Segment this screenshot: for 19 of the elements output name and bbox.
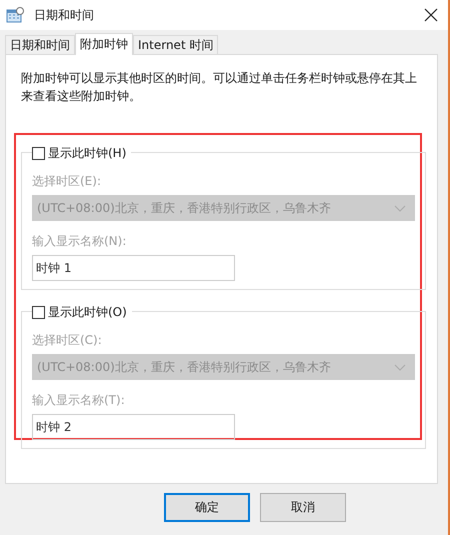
display-name-field[interactable]: 时钟 1 [32, 255, 235, 281]
dialog-button[interactable]: 取消 [260, 493, 346, 522]
chevron-down-icon [394, 204, 406, 212]
timezone-label: 选择时区(C): [32, 332, 103, 348]
show-clock-checkbox[interactable]: 显示此时钟(H) [32, 145, 132, 161]
dialog-button[interactable]: 确定 [164, 493, 250, 522]
close-icon[interactable] [424, 8, 438, 22]
timezone-label: 选择时区(E): [32, 173, 102, 189]
description-text: 附加时钟可以显示其他时区的时间。可以通过单击任务栏时钟或悬停在其上来查看这些附加时钟。 [21, 70, 418, 105]
show-clock-checkbox[interactable]: 显示此时钟(O) [32, 304, 132, 320]
tab[interactable]: 附加时钟 [75, 33, 133, 55]
chevron-down-icon [394, 364, 406, 370]
tab[interactable]: 日期和时间 [5, 35, 75, 54]
calendar-clock-icon [6, 7, 24, 23]
tab[interactable]: Internet 时间 [133, 35, 218, 54]
display-name-label: 输入显示名称(T): [32, 392, 126, 408]
window-title: 日期和时间 [34, 6, 94, 24]
display-name-field[interactable]: 时钟 2 [32, 414, 235, 440]
display-name-label: 输入显示名称(N): [32, 233, 128, 249]
